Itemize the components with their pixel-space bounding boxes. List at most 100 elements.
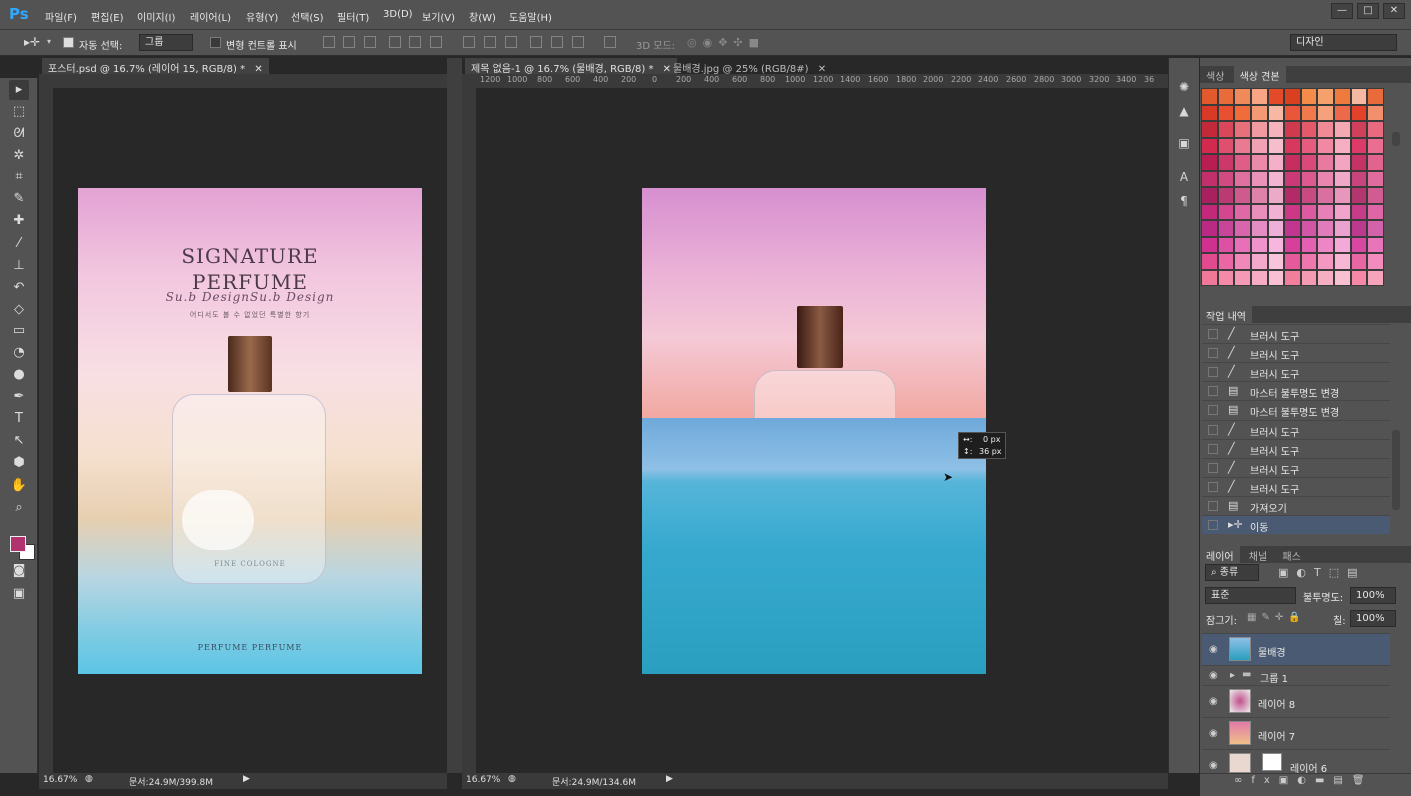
color-swatch[interactable] bbox=[1267, 187, 1285, 204]
color-swatch[interactable] bbox=[1217, 154, 1235, 171]
color-swatch[interactable] bbox=[1367, 121, 1384, 138]
tab-channels[interactable]: 채널 bbox=[1243, 546, 1273, 565]
distribute-left-icon[interactable] bbox=[530, 36, 542, 48]
color-swatch[interactable] bbox=[1350, 269, 1368, 286]
color-swatch[interactable] bbox=[1367, 269, 1384, 286]
color-swatch[interactable] bbox=[1201, 154, 1218, 171]
tab-color[interactable]: 색상 bbox=[1200, 66, 1230, 85]
color-swatch[interactable] bbox=[1217, 269, 1235, 286]
menu-edit[interactable]: 편집(E) bbox=[91, 9, 124, 24]
color-swatch[interactable] bbox=[1300, 170, 1318, 187]
color-swatch[interactable] bbox=[1367, 253, 1384, 270]
color-swatch[interactable] bbox=[1201, 104, 1218, 121]
color-swatch[interactable] bbox=[1367, 236, 1384, 253]
color-swatch[interactable] bbox=[1267, 220, 1285, 237]
eye-icon[interactable]: ◉ bbox=[1209, 760, 1218, 771]
color-swatch[interactable] bbox=[1300, 137, 1318, 154]
color-swatch[interactable] bbox=[1250, 253, 1268, 270]
color-swatch[interactable] bbox=[1317, 187, 1335, 204]
color-swatch[interactable] bbox=[1234, 88, 1251, 105]
history-checkbox[interactable] bbox=[1208, 329, 1218, 339]
color-swatch[interactable] bbox=[1350, 170, 1368, 187]
color-swatch[interactable] bbox=[1217, 104, 1235, 121]
canvas-water-layer[interactable] bbox=[642, 418, 986, 674]
color-swatch[interactable] bbox=[1300, 220, 1318, 237]
history-checkbox[interactable] bbox=[1208, 500, 1218, 511]
canvas-pink-layer[interactable] bbox=[642, 188, 986, 418]
history-checkbox[interactable] bbox=[1208, 520, 1218, 530]
minimize-button[interactable]: — bbox=[1331, 3, 1353, 19]
gradient-tool-icon[interactable]: ▭ bbox=[9, 321, 29, 341]
history-checkbox[interactable] bbox=[1208, 424, 1218, 435]
layer-row[interactable]: ◉ 레이어 6 bbox=[1202, 749, 1390, 775]
distribute-vcenter-icon[interactable] bbox=[484, 36, 496, 48]
screen-mode-icon[interactable]: ▣ bbox=[9, 584, 29, 604]
brush-tool-icon[interactable]: ⁄ bbox=[9, 234, 29, 254]
menu-filter[interactable]: 필터(T) bbox=[337, 9, 369, 24]
maximize-button[interactable]: □ bbox=[1357, 3, 1379, 19]
color-swatch[interactable] bbox=[1334, 203, 1351, 220]
color-swatch[interactable] bbox=[1250, 137, 1268, 154]
distribute-top-icon[interactable] bbox=[463, 36, 475, 48]
color-swatch[interactable] bbox=[1201, 253, 1218, 270]
history-checkbox[interactable] bbox=[1208, 443, 1218, 454]
history-checkbox[interactable] bbox=[1208, 405, 1218, 416]
color-swatch[interactable] bbox=[1300, 154, 1318, 171]
color-swatch[interactable] bbox=[1300, 88, 1318, 105]
color-swatch[interactable] bbox=[1284, 253, 1301, 270]
swatch-grid[interactable] bbox=[1201, 88, 1384, 288]
tab-history[interactable]: 작업 내역 bbox=[1200, 306, 1252, 325]
color-swatch[interactable] bbox=[1234, 187, 1251, 204]
color-swatch[interactable] bbox=[1367, 137, 1384, 154]
eye-icon[interactable]: ◉ bbox=[1209, 644, 1218, 655]
color-swatch[interactable] bbox=[1217, 236, 1235, 253]
color-swatch[interactable] bbox=[1217, 187, 1235, 204]
menu-layer[interactable]: 레이어(L) bbox=[190, 9, 231, 24]
color-swatch[interactable] bbox=[1217, 121, 1235, 138]
color-swatch[interactable] bbox=[1284, 220, 1301, 237]
color-swatch[interactable] bbox=[1201, 88, 1218, 105]
color-swatch[interactable] bbox=[1267, 121, 1285, 138]
tab-water[interactable]: 물배경.jpg @ 25% (RGB/8#) ✕ bbox=[667, 58, 832, 75]
color-swatch[interactable] bbox=[1317, 220, 1335, 237]
color-swatch[interactable] bbox=[1267, 236, 1285, 253]
zoom-tool-icon[interactable]: ⌕ bbox=[9, 498, 29, 518]
color-swatch[interactable] bbox=[1201, 137, 1218, 154]
color-swatch[interactable] bbox=[1350, 203, 1368, 220]
status-arrow-icon[interactable]: ▶ bbox=[243, 774, 250, 784]
navigator-icon[interactable]: ✺ bbox=[1175, 80, 1193, 98]
layer-row[interactable]: ◉ 물배경 bbox=[1202, 633, 1390, 665]
color-swatch[interactable] bbox=[1367, 170, 1384, 187]
color-swatch[interactable] bbox=[1300, 203, 1318, 220]
color-swatch[interactable] bbox=[1267, 203, 1285, 220]
color-swatch[interactable] bbox=[1350, 104, 1368, 121]
character-icon[interactable]: A bbox=[1175, 170, 1193, 188]
color-swatch[interactable] bbox=[1284, 104, 1301, 121]
distribute-bottom-icon[interactable] bbox=[505, 36, 517, 48]
3d-mode-icons[interactable]: ◎◉✥✣■ bbox=[687, 36, 765, 49]
color-swatch[interactable] bbox=[1350, 220, 1368, 237]
history-scrollbar[interactable] bbox=[1392, 430, 1400, 510]
color-swatch[interactable] bbox=[1201, 121, 1218, 138]
quick-mask-icon[interactable]: ◙ bbox=[9, 561, 29, 581]
auto-select-checkbox[interactable] bbox=[63, 37, 74, 48]
color-swatch[interactable] bbox=[1284, 269, 1301, 286]
poster-canvas[interactable]: SIGNATURE PERFUME Su.b DesignSu.b Design… bbox=[78, 188, 422, 674]
transform-controls-checkbox[interactable] bbox=[210, 37, 221, 48]
layer-row[interactable]: ◉ 레이어 7 bbox=[1202, 717, 1390, 749]
color-swatch[interactable] bbox=[1284, 187, 1301, 204]
history-checkbox[interactable] bbox=[1208, 462, 1218, 473]
color-swatch[interactable] bbox=[1250, 236, 1268, 253]
color-swatch[interactable] bbox=[1284, 203, 1301, 220]
swatch-scrollbar[interactable] bbox=[1392, 132, 1400, 146]
color-swatch[interactable] bbox=[1234, 269, 1251, 286]
history-checkbox[interactable] bbox=[1208, 348, 1218, 359]
pane-divider[interactable] bbox=[447, 58, 462, 773]
blend-mode-dropdown[interactable]: 표준 bbox=[1205, 587, 1296, 604]
3d-panel-icon[interactable]: ▣ bbox=[1175, 136, 1193, 154]
eye-icon[interactable]: ◉ bbox=[1209, 696, 1218, 707]
color-swatch[interactable] bbox=[1201, 269, 1218, 286]
foreground-color-swatch[interactable] bbox=[10, 536, 26, 552]
layer-filter-dropdown[interactable]: ⌕ 종류 bbox=[1205, 564, 1259, 581]
color-swatch[interactable] bbox=[1234, 253, 1251, 270]
